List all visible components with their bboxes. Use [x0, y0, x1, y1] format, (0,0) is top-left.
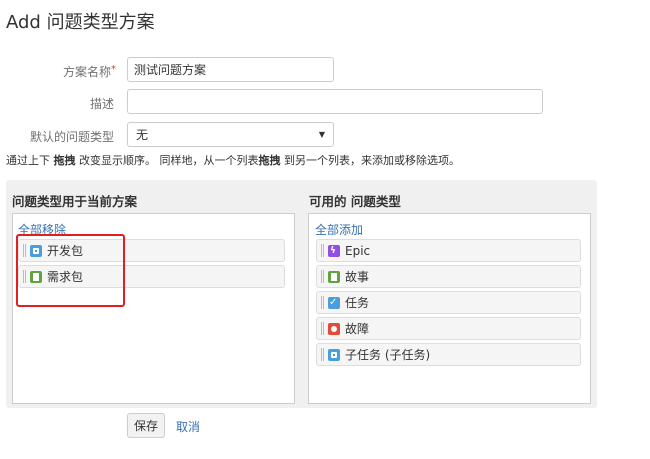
drag-handle-icon[interactable] [321, 296, 324, 309]
epic-icon: ϟ [328, 244, 340, 257]
available-item-bug[interactable]: 故障 [316, 317, 581, 340]
highlight-box [16, 234, 125, 307]
default-issue-type-label: 默认的问题类型 [29, 130, 114, 144]
available-types-title: 可用的 问题类型 [309, 194, 401, 209]
chevron-down-icon: ▼ [318, 130, 325, 139]
current-scheme-title: 问题类型用于当前方案 [12, 194, 138, 209]
scheme-name-value: 测试问题方案 [134, 63, 207, 77]
story-icon [328, 270, 340, 283]
cancel-link[interactable]: 取消 [176, 418, 200, 435]
bug-icon [328, 322, 340, 335]
issue-type-label: 子任务 (子任务) [345, 348, 431, 362]
drag-handle-icon[interactable] [321, 270, 324, 283]
help-text-part: 通过上下 [6, 154, 54, 167]
description-label: 描述 [89, 97, 114, 111]
help-text: 通过上下 拖拽 改变显示顺序。 同样地，从一个列表拖拽 到另一个列表，来添加或移… [6, 152, 460, 168]
help-text-bold: 拖拽 [53, 154, 76, 167]
available-item-task[interactable]: ✓ 任务 [316, 291, 581, 314]
drag-handle-icon[interactable] [321, 322, 324, 335]
help-text-bold: 拖拽 [258, 154, 281, 167]
drag-handle-icon[interactable] [321, 348, 324, 361]
save-button[interactable]: 保存 [127, 413, 165, 438]
issue-type-label: 任务 [345, 296, 370, 310]
issue-type-label: 故事 [345, 270, 370, 284]
required-mark: * [111, 64, 116, 75]
available-item-story[interactable]: 故事 [316, 265, 581, 288]
scheme-name-label: 方案名称* [4, 63, 116, 80]
subtask-icon [328, 348, 340, 361]
help-text-part: 到另一个列表，来添加或移除选项。 [280, 154, 460, 167]
scheme-name-label-text: 方案名称 [62, 65, 111, 79]
task-icon: ✓ [328, 296, 340, 309]
page-title: Add 问题类型方案 [6, 12, 155, 33]
default-issue-type-select[interactable]: 无 ▼ [127, 122, 334, 147]
description-input[interactable] [127, 89, 543, 114]
available-item-subtask[interactable]: 子任务 (子任务) [316, 343, 581, 366]
issue-type-label: Epic [345, 243, 371, 258]
scheme-name-input[interactable]: 测试问题方案 [127, 57, 334, 82]
help-text-part: 改变显示顺序。 同样地，从一个列表 [75, 154, 259, 167]
available-item-epic[interactable]: ϟ Epic [316, 239, 581, 262]
default-issue-type-value: 无 [136, 128, 149, 142]
drag-handle-icon[interactable] [321, 244, 324, 257]
issue-type-label: 故障 [345, 322, 370, 336]
add-all-link[interactable]: 全部添加 [315, 221, 363, 238]
